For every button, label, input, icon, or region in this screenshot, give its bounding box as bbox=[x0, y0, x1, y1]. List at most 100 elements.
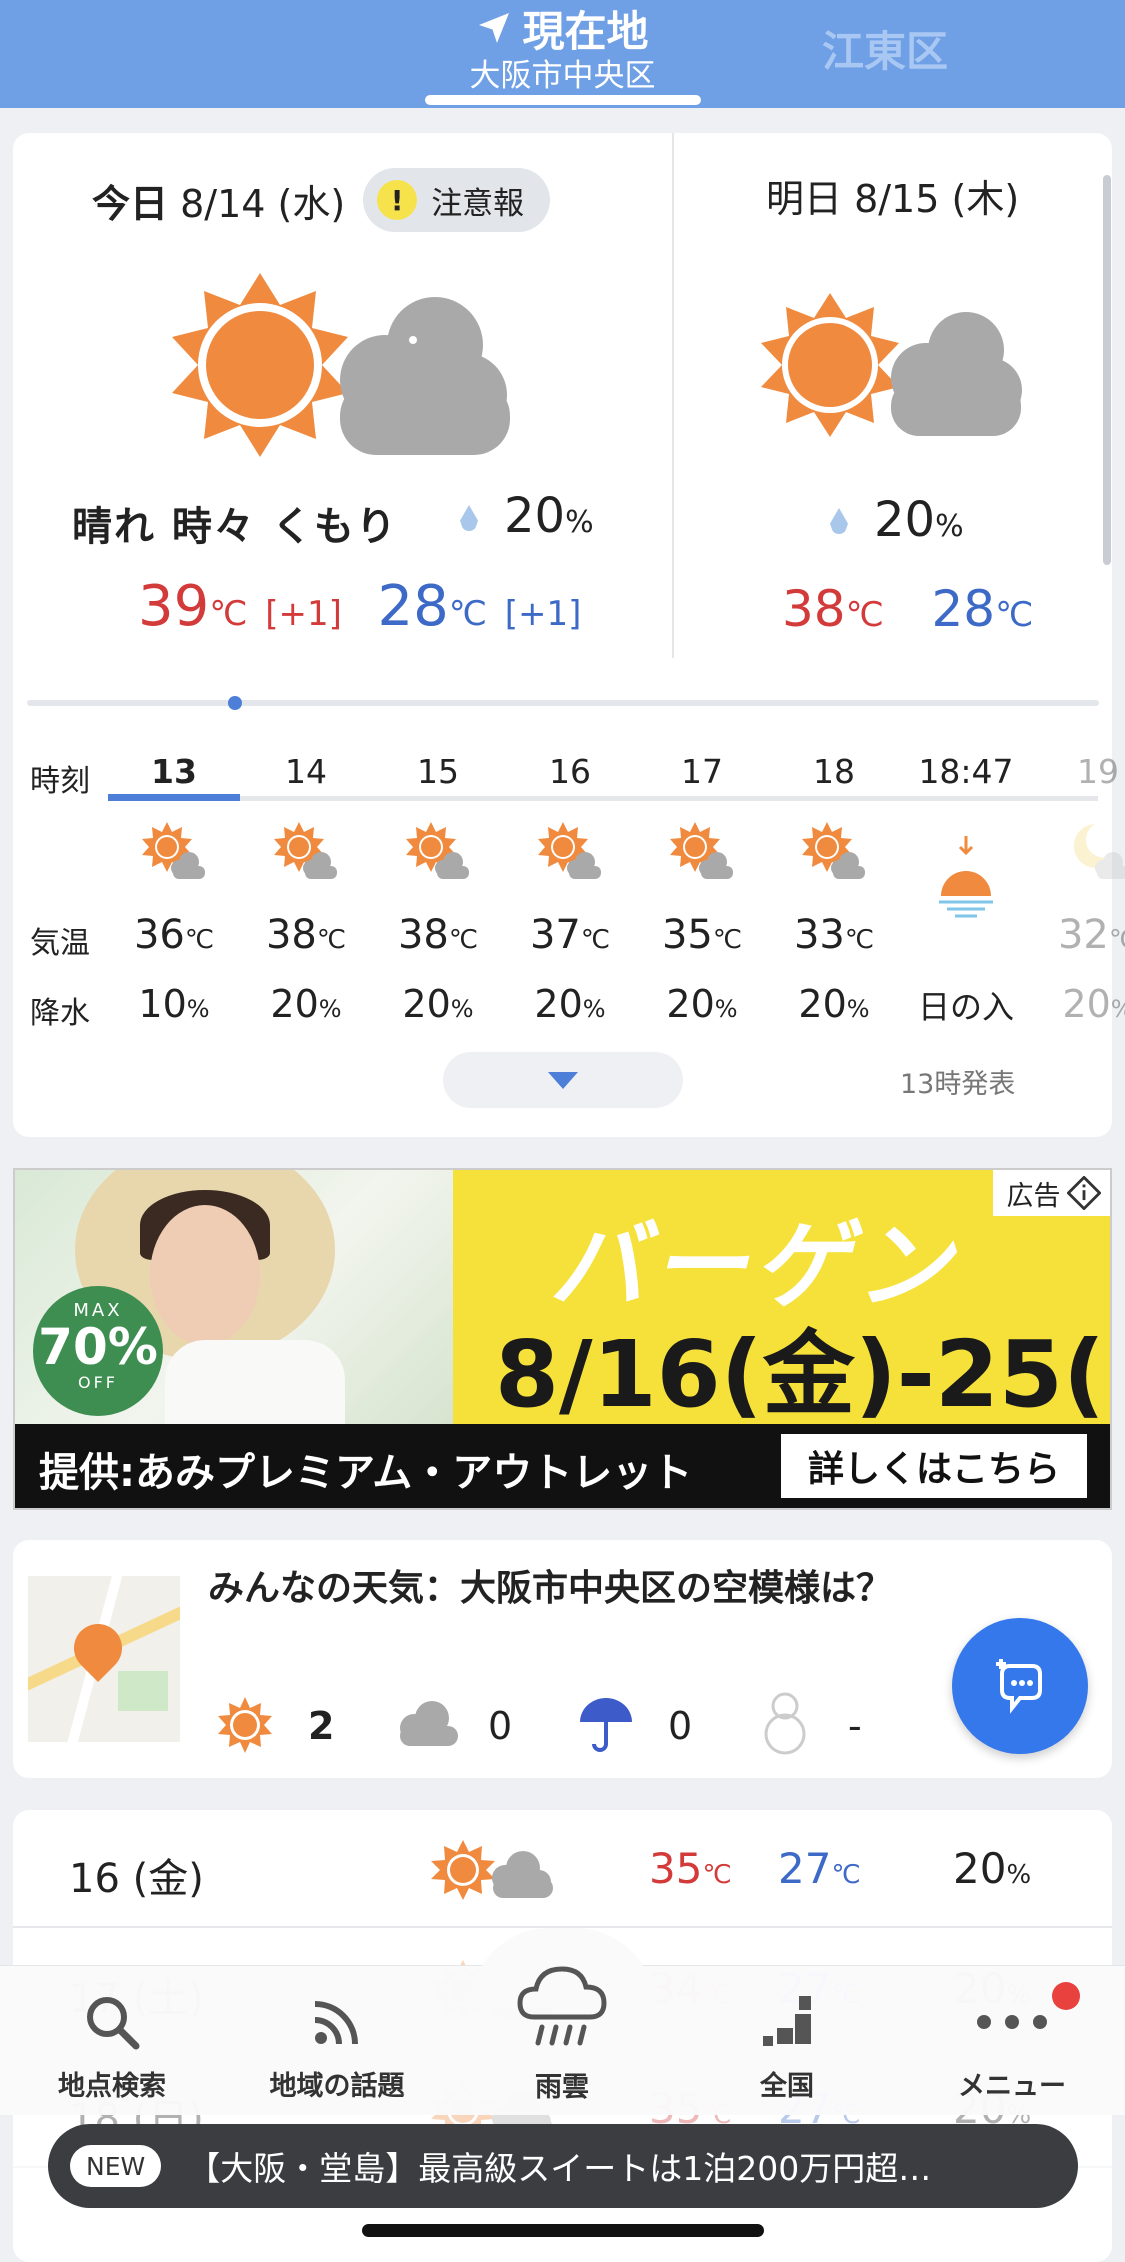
current-location-tab[interactable]: 現在地 bbox=[425, 0, 700, 56]
row-label-rain: 降水 bbox=[30, 996, 90, 1031]
rss-icon bbox=[314, 2001, 358, 2045]
cloudy-icon bbox=[400, 1701, 458, 1746]
card-scrollbar[interactable] bbox=[1103, 175, 1111, 565]
news-headline: 【大阪・堂島】最高級スイートは1泊200万円超… bbox=[187, 2149, 932, 2188]
ad-banner[interactable]: MAX 70% OFF バーゲン 8/16(金)-25(日) 提供:あみプレミア… bbox=[13, 1168, 1112, 1510]
sun-cloud-icon bbox=[636, 820, 768, 886]
cloudy-count: 0 bbox=[488, 1704, 513, 1748]
hour-tab-track bbox=[108, 796, 1098, 801]
hour-label[interactable]: 16 bbox=[504, 752, 636, 791]
warning-icon: ! bbox=[377, 180, 418, 220]
alert-label: 注意報 bbox=[431, 185, 525, 222]
daily-low: 27℃ bbox=[778, 1844, 861, 1893]
snow-count: - bbox=[848, 1704, 862, 1748]
sun-cloud-icon bbox=[761, 293, 1022, 437]
sun-cloud-icon bbox=[372, 820, 504, 886]
location-tab-koto[interactable]: 江東区 bbox=[800, 18, 970, 79]
sun-cloud-icon bbox=[240, 820, 372, 886]
hour-precip: 20% bbox=[534, 982, 606, 1026]
chat-add-icon bbox=[996, 1659, 1042, 1714]
today-high: 39 bbox=[138, 574, 210, 639]
daily-date: 16 (金) bbox=[69, 1856, 204, 1902]
nav-menu[interactable]: メニュー bbox=[917, 1990, 1107, 2103]
tomorrow-temps: 38℃ 28℃ bbox=[782, 580, 1034, 638]
more-icon bbox=[977, 2015, 1047, 2029]
hour-precip: 20% bbox=[798, 982, 870, 1026]
ad-dates: 8/16(金)-25(日) bbox=[495, 1321, 1110, 1428]
time-slider-track[interactable] bbox=[27, 700, 1099, 706]
alert-badge[interactable]: ! 注意報 bbox=[363, 168, 551, 232]
ad-label[interactable]: 広告 bbox=[993, 1170, 1110, 1216]
ad-details-button[interactable]: 詳しくはこちら bbox=[781, 1434, 1087, 1498]
hour-tab-active bbox=[108, 794, 240, 801]
daily-precip: 20% bbox=[953, 1844, 1032, 1893]
hour-label[interactable]: 13 bbox=[108, 752, 240, 791]
japan-map-icon bbox=[763, 1996, 811, 2046]
issued-time: 13時発表 bbox=[900, 1069, 1016, 1100]
hour-label[interactable]: 18 bbox=[768, 752, 900, 791]
map-thumbnail bbox=[28, 1576, 180, 1742]
nav-search[interactable]: 地点検索 bbox=[17, 1990, 207, 2103]
hour-precip: 20% bbox=[666, 982, 738, 1026]
sunset-icon bbox=[900, 830, 1032, 930]
day-divider bbox=[672, 133, 674, 658]
today-date: 今日 8/14 (水) bbox=[92, 181, 346, 226]
hour-temp: 33℃ bbox=[793, 912, 875, 958]
new-badge: NEW bbox=[70, 2145, 162, 2187]
umbrella-icon bbox=[580, 1698, 632, 1752]
search-icon bbox=[87, 1997, 140, 2050]
hour-precip: 10% bbox=[138, 982, 210, 1026]
sun-cloud-icon bbox=[108, 820, 240, 886]
sunny-count: 2 bbox=[308, 1704, 335, 1748]
nav-rain-radar[interactable]: 雨雲 bbox=[467, 1955, 657, 2104]
sun-cloud-icon bbox=[172, 273, 510, 457]
time-slider-handle[interactable] bbox=[228, 696, 242, 710]
tomorrow-date: 明日 8/15 (木) bbox=[766, 177, 1020, 221]
sunny-icon bbox=[218, 1697, 272, 1753]
row-label-time: 時刻 bbox=[30, 764, 90, 799]
today-condition: 晴れ 時々 くもり bbox=[72, 504, 398, 550]
sun-cloud-icon bbox=[431, 1840, 553, 1900]
location-arrow-icon bbox=[479, 13, 510, 43]
ad-info-icon bbox=[1066, 1176, 1101, 1210]
hour-label[interactable]: 15 bbox=[372, 752, 504, 791]
hour-temp: 38℃ bbox=[265, 912, 347, 958]
moon-cloud-icon bbox=[1032, 820, 1125, 886]
nav-national[interactable]: 全国 bbox=[692, 1990, 882, 2103]
hour-temp: 37℃ bbox=[529, 912, 611, 958]
hour-temp: 35℃ bbox=[661, 912, 743, 958]
hour-temp: 38℃ bbox=[397, 912, 479, 958]
ad-photo: MAX 70% OFF bbox=[15, 1170, 453, 1430]
sun-cloud-icon bbox=[768, 820, 900, 886]
post-weather-button[interactable] bbox=[952, 1618, 1088, 1754]
hour-label[interactable]: 18:47 bbox=[900, 752, 1032, 791]
rain-cloud-icon bbox=[517, 1966, 607, 2046]
news-ticker[interactable]: NEW 【大阪・堂島】最高級スイートは1泊200万円超… bbox=[48, 2124, 1078, 2208]
current-location-city: 大阪市中央区 bbox=[469, 58, 656, 94]
ad-provider: 提供:あみプレミアム・アウトレット bbox=[39, 1450, 693, 1496]
hour-temp: 36℃ bbox=[133, 912, 215, 958]
hour-precip: 20% bbox=[402, 982, 474, 1026]
today-precip: 20% bbox=[504, 488, 594, 544]
today-header: 今日 8/14 (水) ! 注意報 bbox=[92, 168, 551, 232]
notification-dot bbox=[1052, 1982, 1080, 2010]
tomorrow-precip: 20% bbox=[874, 492, 964, 548]
hour-label[interactable]: 19 bbox=[1032, 752, 1125, 791]
hour-label[interactable]: 14 bbox=[240, 752, 372, 791]
hour-label[interactable]: 17 bbox=[636, 752, 768, 791]
daily-high: 35℃ bbox=[649, 1844, 732, 1893]
expand-hourly-button[interactable] bbox=[443, 1052, 683, 1108]
tomorrow-low: 28 bbox=[931, 580, 996, 638]
home-indicator[interactable] bbox=[362, 2224, 764, 2237]
today-temps: 39℃ [+1] 28℃ [+1] bbox=[138, 574, 582, 639]
daily-row[interactable]: 16 (金) 35℃ 27℃ 20% bbox=[13, 1810, 1112, 1928]
community-weather-title: みんなの天気：大阪市中央区の空模様は？ bbox=[208, 1568, 893, 1609]
rain-count: 0 bbox=[668, 1704, 693, 1748]
sun-cloud-icon bbox=[504, 820, 636, 886]
today-low: 28 bbox=[377, 574, 449, 639]
tomorrow-high: 38 bbox=[782, 580, 846, 638]
row-label-temp: 気温 bbox=[30, 926, 90, 961]
hour-precip: 日の入 bbox=[917, 988, 1014, 1026]
nav-topics[interactable]: 地域の話題 bbox=[242, 1990, 432, 2103]
hour-temp: 32℃ bbox=[1057, 912, 1125, 958]
